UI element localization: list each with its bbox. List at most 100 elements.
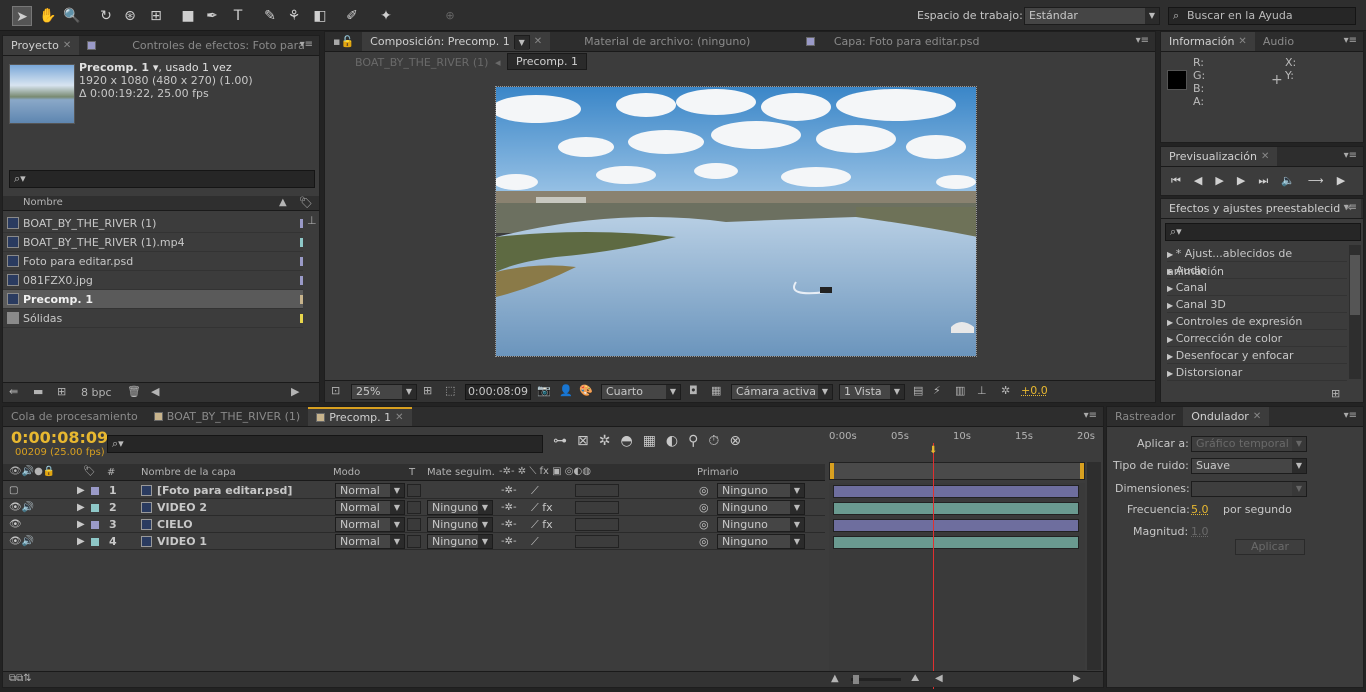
project-item[interactable]: Precomp. 1 [3,290,303,309]
pen-tool-icon[interactable]: ✒ [202,6,222,26]
label-color-icon[interactable] [91,504,99,512]
expand-arrow-icon[interactable]: ▶ [77,483,85,499]
label-color-icon[interactable] [91,538,99,546]
layer-duration-bar[interactable] [833,502,1079,515]
quality-switch-icon[interactable]: ⟋ fx [531,500,553,516]
close-icon[interactable]: ✕ [1253,407,1261,426]
close-icon[interactable]: ✕ [395,408,403,427]
zoom-tool-icon[interactable]: 🔍 [62,6,82,26]
effects-category[interactable]: ▶ Canal 3D [1167,296,1347,313]
effects-category[interactable]: ▶ * Ajust...ablecidos de animación [1167,245,1347,278]
expand-arrow-icon[interactable]: ▶ [1167,267,1176,276]
panel-menu-icon[interactable]: ▾≡ [1136,35,1149,46]
first-frame-icon[interactable]: ⏮ [1171,174,1194,187]
project-item[interactable]: Foto para editar.psd [3,252,303,271]
frequency-value[interactable]: 5.0 [1191,503,1209,516]
rotate-tool-icon[interactable]: ↻ [96,6,116,26]
track-matte-dropdown[interactable]: Ninguno ▼ [427,534,493,549]
safe-margins-icon[interactable]: ⊞ [423,384,432,397]
fast-draft-icon[interactable]: ⚡ [933,384,941,397]
tab-render-queue[interactable]: Cola de procesamiento [3,407,146,426]
always-preview-icon[interactable]: ⊡ [331,384,340,397]
apply-button[interactable]: Aplicar [1235,539,1305,555]
noise-type-dropdown[interactable]: Suave ▼ [1191,458,1307,474]
transparency-grid-icon[interactable]: ▦ [711,384,721,397]
camera-orbit-icon[interactable]: ⊛ [120,6,140,26]
layer-switch-boxes[interactable] [575,518,619,531]
tab-boat-comp[interactable]: BOAT_BY_THE_RIVER (1) [146,407,308,426]
magnitude-value[interactable]: 1.0 [1191,525,1209,538]
brainstorm-icon[interactable]: ⊗ [729,433,751,449]
av-switches-icon[interactable]: 👁 [9,517,22,533]
effects-category[interactable]: ▶ Distorsionar [1167,364,1347,381]
column-t[interactable]: T [409,467,415,478]
project-search-input[interactable]: ⌕▾ [9,170,315,188]
roto-brush-icon[interactable]: ✐ [342,6,362,26]
project-item[interactable]: BOAT_BY_THE_RIVER (1).mp4 [3,233,303,252]
interpret-footage-icon[interactable]: ⇚ [9,385,18,398]
exposure-value[interactable]: +0.0 [1021,384,1048,397]
panel-menu-icon[interactable]: ▾≡ [1344,410,1357,421]
expand-arrow-icon[interactable]: ▶ [1167,284,1176,293]
preserve-transparency-checkbox[interactable] [407,518,421,531]
layer-switch-boxes[interactable] [575,484,619,497]
effects-search-input[interactable]: ⌕▾ [1165,223,1361,241]
layer-switch-boxes[interactable] [575,501,619,514]
selection-tool-icon[interactable]: ➤ [12,6,32,26]
camera-dropdown[interactable]: Cámara activa ▼ [731,384,833,400]
pickwhip-icon[interactable]: ◎ [699,500,709,516]
lock-icon[interactable]: ▪🔓 [325,32,362,51]
pickwhip-icon[interactable]: ◎ [699,534,709,550]
graph-editor-icon[interactable]: ⚲ [688,433,708,449]
current-time-field[interactable]: 0:00:08:09 [465,384,531,400]
clone-stamp-icon[interactable]: ⚘ [284,6,304,26]
effects-category[interactable]: ▶ Desenfocar y enfocar [1167,347,1347,364]
mute-icon[interactable]: 🔈 [1281,174,1308,187]
motion-blur-icon[interactable]: ◐ [666,433,688,449]
tab-effects[interactable]: Efectos y ajustes preestablecid ✕ [1161,199,1361,218]
timeline-search-input[interactable]: ⌕▾ [107,435,543,453]
brush-tool-icon[interactable]: ✎ [260,6,280,26]
workspace-dropdown[interactable]: Estándar ▼ [1024,7,1160,25]
layer-row[interactable]: 👁 ▶ 3 CIELO Normal ▼ Ninguno ▼ -✲- ⟋ fx ◎ Ninguno ▼ [3,517,825,533]
hide-shy-icon[interactable]: ◓ [620,433,642,449]
channel-rgb-icon[interactable]: 🎨 [579,384,593,397]
view-layout-dropdown[interactable]: 1 Vista ▼ [839,384,905,400]
blend-mode-dropdown[interactable]: Normal ▼ [335,517,405,532]
effects-scrollbar[interactable] [1349,245,1361,379]
quality-switch-icon[interactable]: ⟋ fx [531,517,553,533]
parent-dropdown[interactable]: Ninguno ▼ [717,483,805,498]
loop-icon[interactable]: ⟶ [1308,174,1337,187]
close-icon[interactable]: ✕ [63,36,71,55]
scroll-right-icon[interactable]: ▶ [1073,673,1081,684]
panel-menu-icon[interactable]: ▾≡ [1344,35,1357,46]
playhead-icon[interactable]: ⬇ [929,445,937,456]
live-update-icon[interactable]: ⊠ [577,433,599,449]
fast-previews-icon[interactable]: ◘ [689,384,698,397]
expand-switches-icon[interactable]: ⧉⧉⇅ [9,673,32,684]
layer-row[interactable]: ▢ ▶ 1 [Foto para editar.psd] Normal ▼ -✲- ⟋ ◎ Nin… [3,483,825,499]
ram-preview-icon[interactable]: ▶ [1337,174,1358,187]
new-comp-icon[interactable]: ⊞ [57,385,66,398]
close-icon[interactable]: ✕ [534,32,542,51]
av-switches-icon[interactable]: ▢ [9,483,18,499]
reset-exposure-icon[interactable]: ✲ [1001,384,1010,397]
tab-effect-controls[interactable]: Controles de efectos: Foto para [79,36,313,55]
eraser-tool-icon[interactable]: ◧ [310,6,330,26]
puppet-pin-icon[interactable]: ✦ [376,6,396,26]
play-icon[interactable]: ▶ [1215,174,1236,187]
project-item[interactable]: Sólidas [3,309,303,328]
shy-switch-icon[interactable]: -✲- [501,517,517,533]
layer-duration-bar[interactable] [833,485,1079,498]
breadcrumb-parent[interactable]: BOAT_BY_THE_RIVER (1) [355,56,488,69]
layer-duration-bar[interactable] [833,536,1079,549]
expand-arrow-icon[interactable]: ▶ [1167,301,1176,310]
column-number[interactable]: # [107,467,115,478]
quality-switch-icon[interactable]: ⟋ [531,534,539,550]
layer-duration-bar[interactable] [833,519,1079,532]
column-layer-name[interactable]: Nombre de la capa [141,467,236,478]
new-folder-icon[interactable]: ⊞ [1331,387,1340,400]
close-icon[interactable]: ✕ [1238,32,1246,51]
layer-row[interactable]: 👁🔊 ▶ 2 VIDEO 2 Normal ▼ Ninguno ▼ -✲- ⟋ fx ◎ Ningun… [3,500,825,516]
toggle-pixel-aspect-icon[interactable]: ▤ [913,384,923,397]
